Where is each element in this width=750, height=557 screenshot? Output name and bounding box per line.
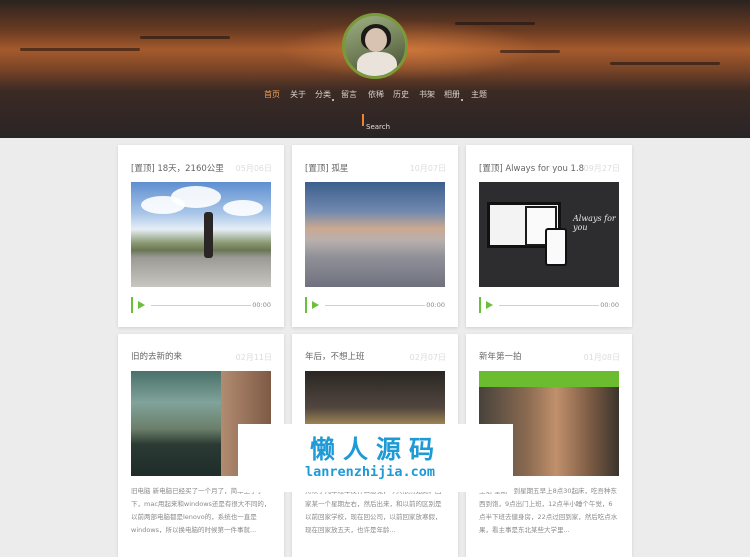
post-card: [置顶] Always for you 1.8 09月27日 Always fo… — [466, 145, 632, 327]
nav-item-bookshelf[interactable]: 书架 — [419, 89, 435, 100]
site-header: 首页 关于 分类 留言 依稀 历史 书架 相册 主题 — [0, 0, 750, 138]
cloud-streak — [20, 48, 140, 51]
post-image[interactable] — [305, 182, 445, 287]
image-caption: Always for you — [573, 214, 616, 232]
post-image[interactable]: Always for you — [479, 182, 619, 287]
audio-player: 00:00 — [305, 297, 445, 313]
post-title[interactable]: 旧的去新的来 — [131, 350, 182, 362]
post-title[interactable]: 年后，不想上班 — [305, 350, 365, 362]
post-title[interactable]: 新年第一拍 — [479, 350, 522, 362]
watermark: 懒人源码 lanrenzhijia.com — [238, 424, 513, 492]
post-date: 09月27日 — [583, 164, 620, 173]
post-title[interactable]: [置顶] Always for you 1.8 — [479, 162, 584, 174]
audio-progress-track[interactable] — [325, 305, 425, 306]
post-title[interactable]: [置顶] 孤星 — [305, 162, 348, 174]
audio-time: 00:00 — [426, 301, 445, 309]
avatar[interactable] — [342, 13, 408, 79]
audio-progress-track[interactable] — [151, 305, 251, 306]
post-title[interactable]: [置顶] 18天，2160公里 — [131, 162, 224, 174]
nav-item-categories[interactable]: 分类 — [315, 89, 331, 100]
post-excerpt: 持续了几年过年没什么感觉，今天依然如此，回家某一个星期左右，然后出来，和以前的区… — [305, 487, 442, 534]
post-date: 02月11日 — [235, 353, 272, 362]
cloud-streak — [455, 22, 535, 25]
post-card: [置顶] 孤星 10月07日 00:00 — [292, 145, 458, 327]
audio-accent-bar — [479, 297, 481, 313]
play-icon[interactable] — [312, 301, 319, 309]
audio-time: 00:00 — [252, 301, 271, 309]
audio-player: 00:00 — [131, 297, 271, 313]
nav-item-history[interactable]: 历史 — [393, 89, 409, 100]
post-date: 02月07日 — [409, 353, 446, 362]
post-date: 01月08日 — [583, 353, 620, 362]
cloud-streak — [140, 36, 230, 39]
audio-accent-bar — [131, 297, 133, 313]
watermark-title: 懒人源码 — [310, 435, 443, 464]
cloud-shape — [223, 200, 263, 216]
avatar-face — [365, 28, 387, 52]
audio-time: 00:00 — [600, 301, 619, 309]
nav-item-about[interactable]: 关于 — [290, 89, 306, 100]
post-date: 05月06日 — [235, 164, 272, 173]
audio-accent-bar — [305, 297, 307, 313]
nav-item-guestbook[interactable]: 留言 — [341, 89, 357, 100]
search-box — [362, 114, 422, 133]
green-shirt — [479, 371, 619, 387]
phone-screen — [545, 228, 567, 266]
play-icon[interactable] — [486, 301, 493, 309]
dropdown-indicator-icon — [332, 99, 334, 101]
nav-item-album[interactable]: 相册 — [444, 89, 460, 100]
nav-item-yixi[interactable]: 依稀 — [368, 89, 384, 100]
cloud-streak — [610, 62, 720, 65]
post-card: [置顶] 18天，2160公里 05月06日 00:00 — [118, 145, 284, 327]
post-date: 10月07日 — [409, 164, 446, 173]
post-excerpt: 旧电脑 新电脑已经买了一个月了，简单上手了下，mac用起来和windows还是有… — [131, 487, 271, 534]
cloud-streak — [500, 50, 560, 53]
watermark-url: lanrenzhijia.com — [305, 464, 436, 480]
audio-player: 00:00 — [479, 297, 619, 313]
audio-progress-track[interactable] — [499, 305, 599, 306]
nav-item-home[interactable]: 首页 — [264, 89, 280, 100]
person-figure — [204, 212, 213, 258]
cloud-shape — [171, 186, 221, 208]
play-icon[interactable] — [138, 301, 145, 309]
search-input[interactable] — [364, 121, 422, 133]
main-nav: 首页 关于 分类 留言 依稀 历史 书架 相册 主题 — [0, 89, 750, 103]
nav-item-theme[interactable]: 主题 — [471, 89, 487, 100]
post-image[interactable] — [131, 182, 271, 287]
post-excerpt: 主语 星期一到星期五早上8点30起床，吃吾种东西到饱，9点出门上班，12点半小睡… — [479, 487, 618, 534]
dropdown-indicator-icon — [461, 99, 463, 101]
avatar-body — [357, 52, 397, 76]
